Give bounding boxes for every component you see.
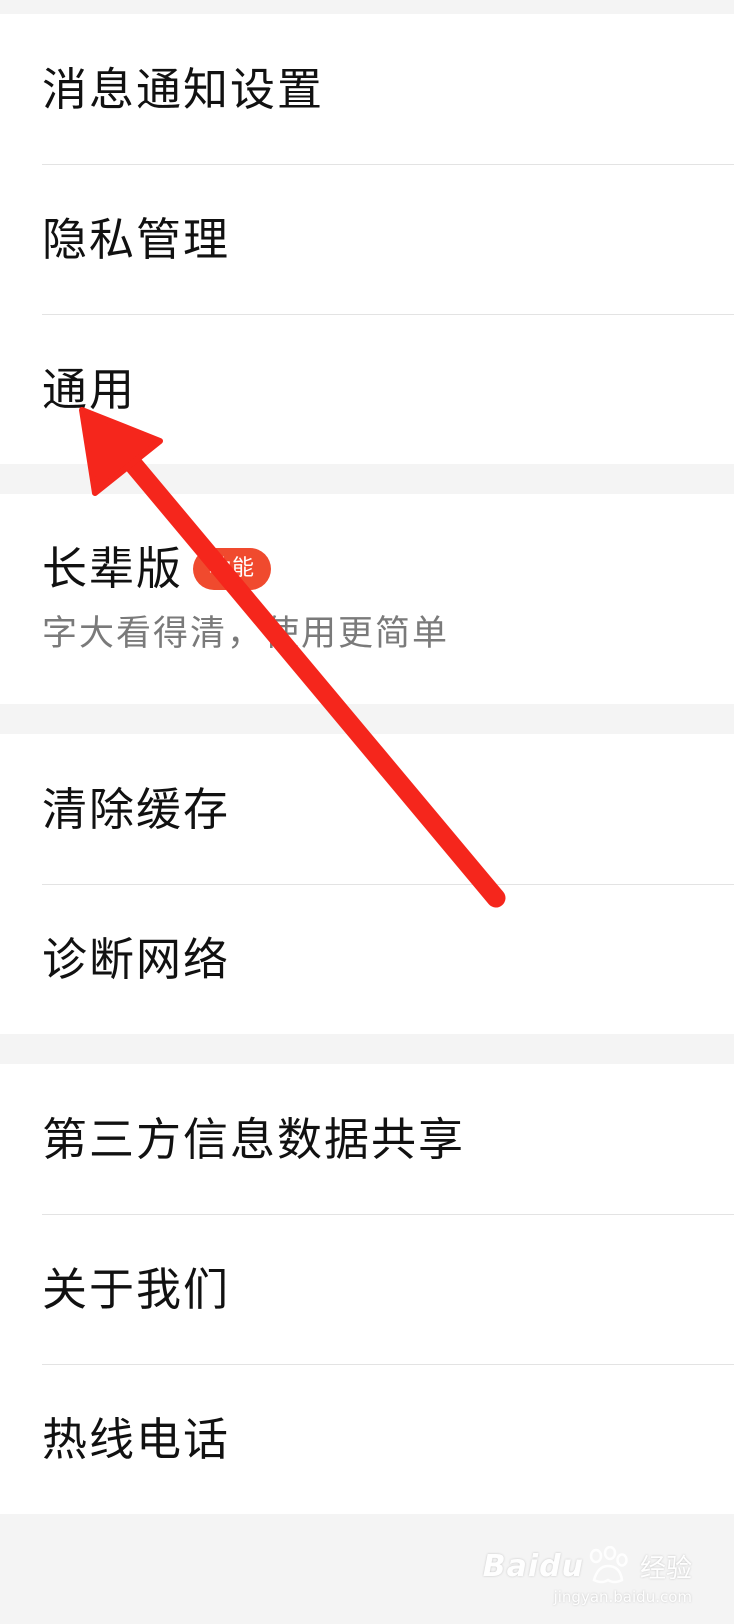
paw-icon (589, 1546, 628, 1584)
general-item[interactable]: 通用 (0, 314, 734, 464)
watermark-cn: 经验 (639, 1553, 692, 1584)
elder-mode-label: 长辈版 (42, 542, 184, 595)
settings-page: 消息通知设置 隐私管理 通用 长辈版 功能 字大看得清，使用更简单 清除缓存 诊… (0, 0, 734, 1624)
hotline-item[interactable]: 热线电话 (0, 1364, 734, 1514)
about-us-label: 关于我们 (42, 1262, 231, 1316)
elder-mode-badge: 功能 (193, 547, 272, 590)
settings-group-1: 消息通知设置 隐私管理 通用 (0, 14, 734, 464)
notification-settings-label: 消息通知设置 (42, 62, 325, 116)
general-label: 通用 (42, 362, 137, 416)
top-spacer (0, 0, 734, 14)
third-party-sharing-label: 第三方信息数据共享 (42, 1112, 466, 1166)
section-gap (0, 464, 734, 494)
settings-group-4: 第三方信息数据共享 关于我们 热线电话 (0, 1064, 734, 1514)
clear-cache-item[interactable]: 清除缓存 (0, 734, 734, 884)
elder-mode-title-row: 长辈版 功能 (42, 542, 272, 595)
elder-mode-item[interactable]: 长辈版 功能 字大看得清，使用更简单 (0, 494, 734, 704)
elder-mode-subtitle: 字大看得清，使用更简单 (42, 614, 450, 654)
section-gap (0, 1034, 734, 1064)
clear-cache-label: 清除缓存 (42, 782, 231, 836)
watermark-brand: Baidu (482, 1548, 584, 1584)
about-us-item[interactable]: 关于我们 (0, 1214, 734, 1364)
privacy-management-label: 隐私管理 (42, 212, 231, 266)
settings-group-3: 清除缓存 诊断网络 (0, 734, 734, 1034)
diagnose-network-label: 诊断网络 (42, 932, 231, 986)
section-gap (0, 704, 734, 734)
hotline-label: 热线电话 (42, 1412, 231, 1466)
watermark-url: jingyan.baidu.com (553, 1588, 692, 1606)
baidu-jingyan-watermark: Baidu 经验 jingyan.baidu.com (483, 1546, 692, 1606)
privacy-management-item[interactable]: 隐私管理 (0, 164, 734, 314)
third-party-sharing-item[interactable]: 第三方信息数据共享 (0, 1064, 734, 1214)
settings-group-2: 长辈版 功能 字大看得清，使用更简单 (0, 494, 734, 704)
diagnose-network-item[interactable]: 诊断网络 (0, 884, 734, 1034)
watermark-logo-row: Baidu 经验 (483, 1546, 692, 1586)
notification-settings-item[interactable]: 消息通知设置 (0, 14, 734, 164)
